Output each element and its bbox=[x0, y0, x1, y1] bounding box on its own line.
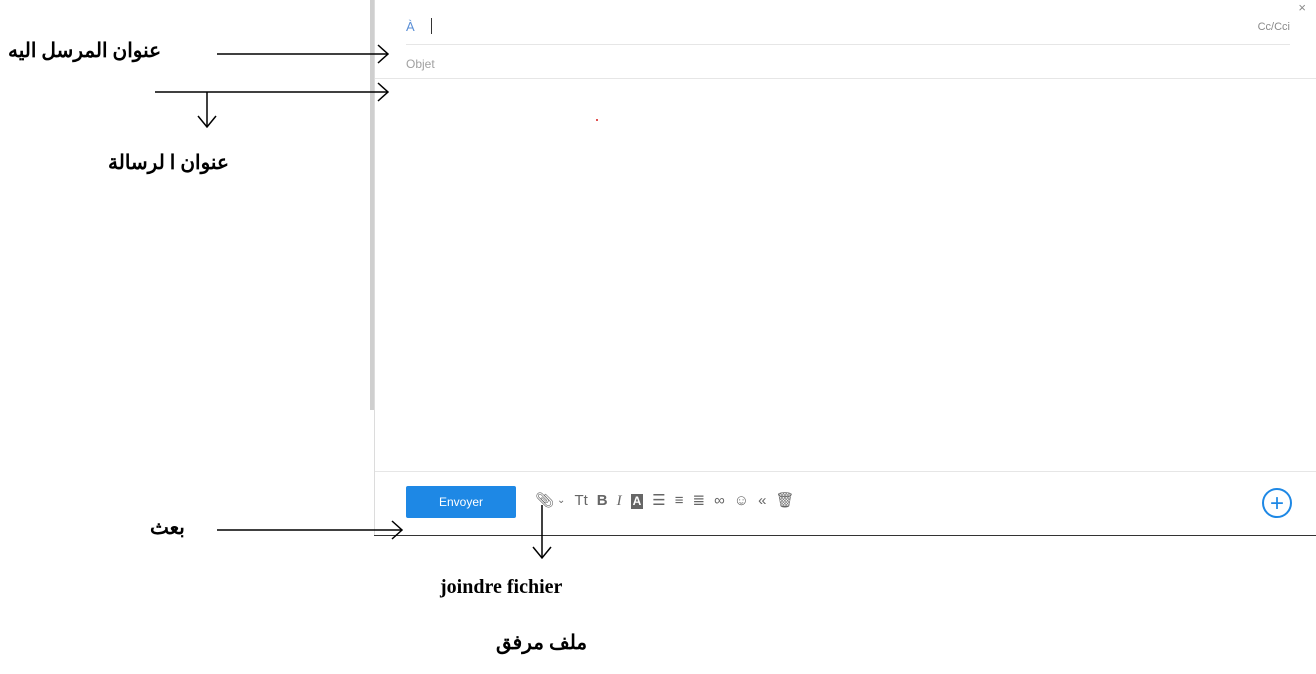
annotation-arrows bbox=[155, 44, 552, 560]
